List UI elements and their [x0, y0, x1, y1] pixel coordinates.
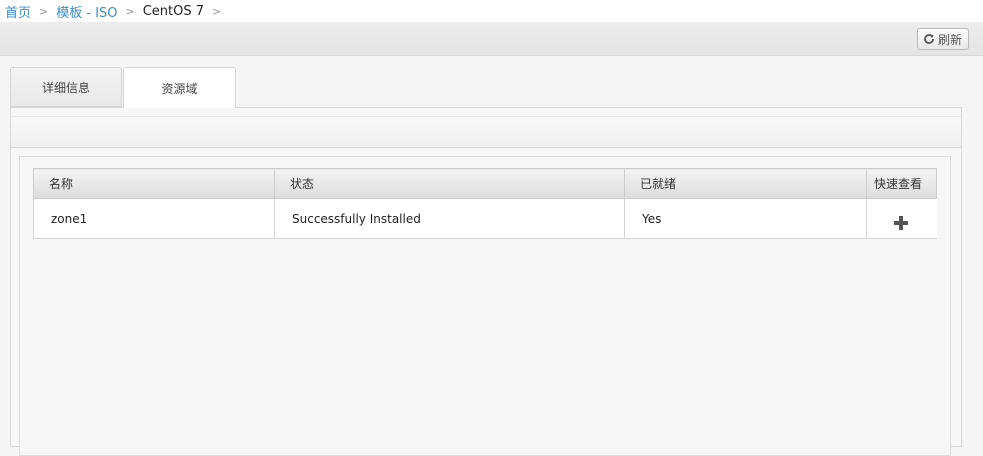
cell-status: Successfully Installed: [274, 198, 625, 239]
plus-icon[interactable]: [894, 215, 909, 230]
cell-ready: Yes: [624, 198, 867, 239]
panel-toolbar: [11, 116, 961, 148]
cell-quickview: [866, 198, 937, 239]
zones-table: 名称 状态 已就绪 快速查看 zone1 Successfully Instal…: [33, 168, 937, 239]
toolbar: 刷新: [0, 22, 983, 56]
refresh-label: 刷新: [937, 32, 962, 47]
tab-zones-label: 资源域: [161, 81, 198, 96]
tab-details-label: 详细信息: [41, 80, 90, 95]
table-header-row: 名称 状态 已就绪 快速查看: [33, 168, 937, 199]
refresh-icon: [924, 34, 934, 44]
tab-zones[interactable]: 资源域: [123, 67, 236, 108]
breadcrumb: 首页 > 模板 - ISO > CentOS 7 >: [0, 0, 983, 22]
breadcrumb-separator: >: [39, 4, 49, 18]
breadcrumb-home[interactable]: 首页: [5, 2, 31, 21]
column-header-ready[interactable]: 已就绪: [624, 168, 867, 199]
table-row[interactable]: zone1 Successfully Installed Yes: [33, 198, 937, 239]
breadcrumb-separator: >: [125, 4, 135, 18]
breadcrumb-current: CentOS 7: [142, 3, 205, 19]
column-header-status[interactable]: 状态: [274, 168, 625, 199]
breadcrumb-separator: >: [212, 4, 222, 18]
tab-details[interactable]: 详细信息: [10, 67, 122, 107]
cell-name: zone1: [33, 198, 275, 239]
breadcrumb-templates-iso[interactable]: 模板 - ISO: [56, 2, 117, 21]
column-header-name[interactable]: 名称: [33, 168, 275, 199]
column-header-quickview: 快速查看: [866, 168, 937, 199]
refresh-button[interactable]: 刷新: [916, 28, 969, 50]
zones-list-container: 名称 状态 已就绪 快速查看 zone1 Successfully Instal…: [19, 156, 951, 456]
tab-panel: 名称 状态 已就绪 快速查看 zone1 Successfully Instal…: [10, 107, 962, 456]
